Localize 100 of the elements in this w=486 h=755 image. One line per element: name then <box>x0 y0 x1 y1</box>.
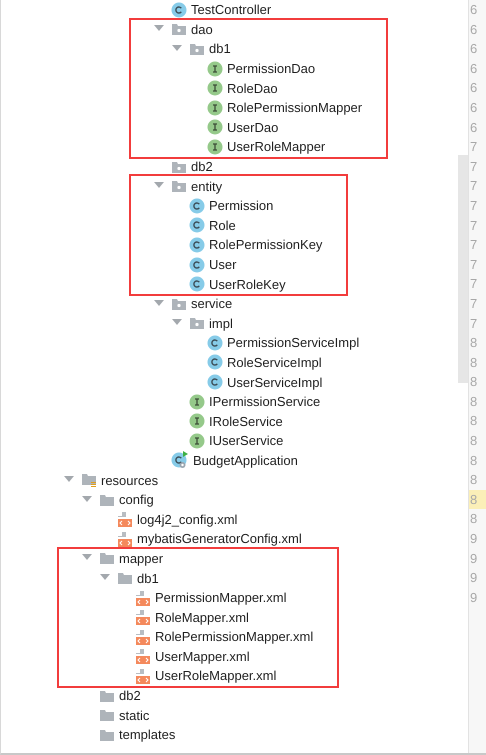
tree-item-label[interactable]: UserDao <box>227 120 278 135</box>
line-number: 8 <box>469 490 478 509</box>
tree-item-label[interactable]: RoleDao <box>227 80 278 96</box>
interface-icon <box>207 119 223 136</box>
tree-item-label[interactable]: mybatisGeneratorConfig.xml <box>137 531 302 546</box>
tree-item-label[interactable]: RoleMapper.xml <box>155 610 249 625</box>
package-folder-icon <box>171 296 187 311</box>
line-number: 8 <box>469 471 478 490</box>
tree-item-label[interactable]: RoleServiceImpl <box>227 354 322 370</box>
line-number: 8 <box>469 354 478 372</box>
line-number: 6 <box>469 40 478 58</box>
line-number: 6 <box>469 98 478 117</box>
scrollbar-thumb[interactable] <box>458 155 468 383</box>
tree-item-label[interactable]: IRoleService <box>209 414 283 429</box>
line-number: 9 <box>469 588 478 607</box>
line-number: 7 <box>469 256 478 274</box>
tree-item-label[interactable]: impl <box>209 316 233 331</box>
line-number: 7 <box>469 196 478 215</box>
tree-item-label[interactable]: db1 <box>209 41 231 56</box>
line-number: 7 <box>469 138 478 156</box>
tree-item-label[interactable]: service <box>191 296 232 312</box>
class-icon <box>207 354 223 370</box>
tree-item-label[interactable]: PermissionServiceImpl <box>227 335 360 350</box>
tree-item-label[interactable]: RolePermissionMapper <box>227 100 362 116</box>
line-number: 8 <box>469 392 478 411</box>
tree-item-label[interactable]: PermissionMapper.xml <box>155 590 286 606</box>
tree-item-label[interactable]: RolePermissionMapper.xml <box>155 629 314 644</box>
tree-item-label[interactable]: IPermissionService <box>209 394 320 410</box>
tree-item-label[interactable]: PermissionDao <box>227 61 316 76</box>
tree-item-label[interactable]: UserMapper.xml <box>155 648 250 664</box>
package-folder-icon <box>171 22 187 36</box>
tree-item-label[interactable]: UserRoleKey <box>209 276 286 292</box>
interface-icon <box>189 394 205 410</box>
tree-item-label[interactable]: static <box>119 708 150 723</box>
tree-item-label[interactable]: db2 <box>191 159 213 174</box>
interface-icon <box>207 138 223 155</box>
resources-folder-icon <box>81 472 97 488</box>
line-number: 9 <box>469 550 478 568</box>
line-number: 7 <box>469 275 478 294</box>
xml-file-icon <box>117 511 133 528</box>
class-icon <box>189 276 205 292</box>
class-icon <box>189 198 205 214</box>
xml-file-icon <box>135 668 151 684</box>
tree-item-label[interactable]: resources <box>101 472 158 488</box>
tree-item-label[interactable]: db2 <box>119 688 141 704</box>
folder-icon <box>99 492 115 507</box>
package-folder-icon <box>171 179 187 194</box>
line-number: 8 <box>469 412 478 430</box>
tree-item-label[interactable]: UserServiceImpl <box>227 374 322 390</box>
tree-item-label[interactable]: IUserService <box>209 433 284 448</box>
line-number: 8 <box>469 373 478 392</box>
folder-icon <box>117 571 133 586</box>
line-number: 7 <box>469 294 478 313</box>
tree-item-label[interactable]: mapper <box>119 550 164 566</box>
line-number: 7 <box>469 236 478 254</box>
line-number: 9 <box>469 569 478 588</box>
tree-item-label[interactable]: entity <box>191 178 222 194</box>
interface-icon <box>189 413 205 430</box>
class-icon <box>207 334 223 351</box>
folder-icon <box>99 688 115 703</box>
xml-file-icon <box>135 590 151 606</box>
folder-icon <box>99 551 115 566</box>
class-icon <box>189 256 205 273</box>
tree-item-label[interactable]: UserRoleMapper.xml <box>155 668 276 684</box>
xml-file-icon <box>135 609 151 626</box>
tree-item-label[interactable]: dao <box>191 22 213 37</box>
interface-icon <box>207 60 223 77</box>
interface-icon <box>207 80 223 96</box>
line-number: 7 <box>469 177 478 196</box>
line-number: 7 <box>469 216 478 235</box>
package-folder-icon <box>171 160 187 174</box>
tree-item-label[interactable]: config <box>119 492 154 508</box>
line-number: 7 <box>469 314 478 332</box>
tree-item-label[interactable]: db1 <box>137 570 159 586</box>
line-number: 6 <box>469 1 478 19</box>
line-number: 6 <box>469 79 478 98</box>
line-number: 6 <box>469 20 478 39</box>
line-number: 6 <box>469 60 478 78</box>
line-number: 8 <box>469 334 478 352</box>
line-number: 9 <box>469 530 478 548</box>
tree-item-label[interactable]: Role <box>209 218 236 233</box>
package-folder-icon <box>189 42 205 56</box>
tree-item-label[interactable]: BudgetApplication <box>193 452 298 468</box>
line-number: 8 <box>469 452 478 470</box>
folder-icon <box>99 728 115 742</box>
class-icon <box>189 217 205 234</box>
xml-file-icon <box>135 628 151 645</box>
class-icon <box>171 2 187 18</box>
tree-item-label[interactable]: log4j2_config.xml <box>137 512 238 527</box>
interface-icon <box>207 100 223 116</box>
tree-item-label[interactable]: Permission <box>209 198 274 214</box>
tree-item-label[interactable]: TestController <box>191 2 272 18</box>
line-number: 6 <box>469 118 478 137</box>
tree-item-label[interactable]: templates <box>119 727 176 742</box>
tree-item-label[interactable]: UserRoleMapper <box>227 139 326 154</box>
runnable-class-icon <box>171 451 189 470</box>
package-folder-icon <box>189 316 205 330</box>
class-icon <box>207 374 223 390</box>
tree-item-label[interactable]: User <box>209 257 236 272</box>
tree-item-label[interactable]: RolePermissionKey <box>209 237 322 252</box>
